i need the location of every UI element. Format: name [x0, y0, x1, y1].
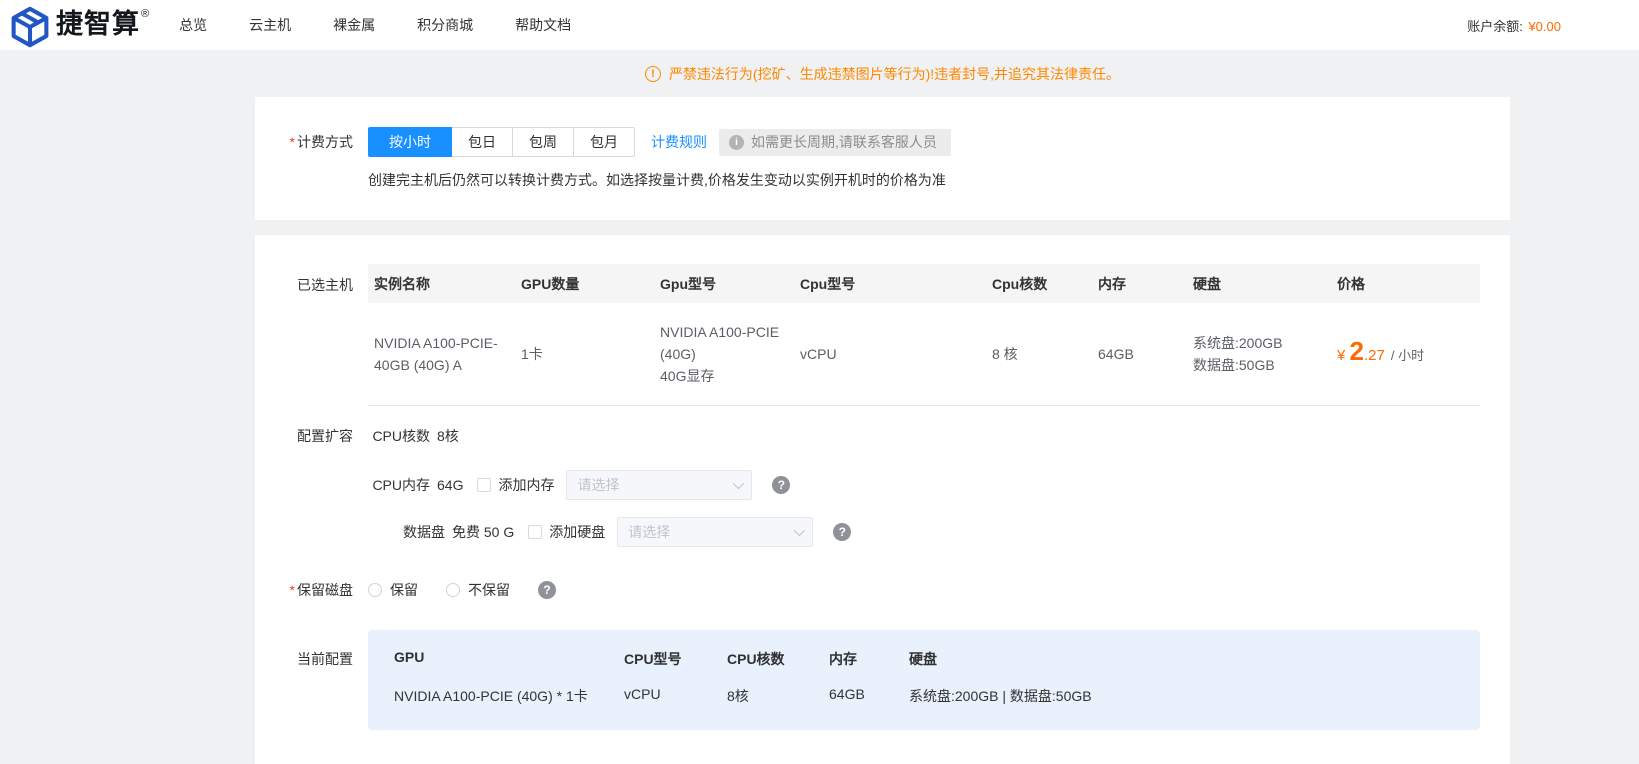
- topbar: 捷智算 ® 总览 云主机 裸金属 积分商城 帮助文档 账户余额: ¥0.00: [0, 0, 1639, 50]
- cell-memory: 64GB: [1092, 303, 1187, 405]
- nav-item-help-docs[interactable]: 帮助文档: [513, 11, 573, 39]
- billing-rules-link[interactable]: 计费规则: [651, 132, 707, 152]
- config-cell-gpu: NVIDIA A100-PCIE (40G) * 1卡: [394, 678, 624, 730]
- config-cell-cpu-cores: 8核: [727, 678, 829, 730]
- col-header-memory: 内存: [1092, 264, 1187, 303]
- nav-item-cloud-host[interactable]: 云主机: [247, 11, 293, 39]
- retain-radio[interactable]: 保留: [368, 580, 418, 600]
- chevron-down-icon: [794, 524, 805, 535]
- memory-select-placeholder: 请选择: [577, 475, 619, 495]
- required-asterisk: *: [290, 582, 295, 598]
- add-memory-checkbox[interactable]: [477, 478, 491, 492]
- cell-instance-name: NVIDIA A100-PCIE-40GB (40G) A: [368, 303, 515, 405]
- radio-icon: [446, 583, 460, 597]
- cell-cpu-model: vCPU: [794, 303, 986, 405]
- price-decimal: .27: [1364, 347, 1385, 364]
- config-cell-cpu-model: vCPU: [624, 678, 727, 730]
- cell-gpu-count: 1卡: [515, 303, 654, 405]
- table-header-row: 实例名称 GPU数量 Gpu型号 Cpu型号 Cpu核数 内存 硬盘 价格: [368, 264, 1480, 303]
- cpu-memory-label: CPU内存: [368, 475, 430, 495]
- logo-cube-icon: [10, 5, 50, 49]
- config-col-cpu-cores: CPU核数: [727, 630, 829, 678]
- cell-price: ¥ 2.27 / 小时: [1331, 303, 1480, 405]
- required-asterisk: *: [290, 134, 295, 150]
- chevron-down-icon: [733, 477, 744, 488]
- col-header-gpu-model: Gpu型号: [654, 264, 794, 303]
- disk-select-placeholder: 请选择: [628, 522, 670, 542]
- not-retain-option-label: 不保留: [468, 580, 510, 600]
- config-col-gpu: GPU: [394, 630, 624, 678]
- longer-period-tip: i 如需更长周期,请联系客服人员: [719, 129, 951, 156]
- col-header-gpu-count: GPU数量: [515, 264, 654, 303]
- price-currency: ¥: [1337, 347, 1350, 364]
- disk-help-icon[interactable]: ?: [833, 523, 851, 541]
- col-header-cpu-model: Cpu型号: [794, 264, 986, 303]
- col-header-cpu-cores: Cpu核数: [986, 264, 1092, 303]
- balance-label: 账户余额:: [1467, 19, 1523, 34]
- disk-size-select[interactable]: 请选择: [617, 517, 813, 547]
- info-icon: i: [729, 135, 744, 150]
- col-header-instance-name: 实例名称: [368, 264, 515, 303]
- add-disk-checkbox[interactable]: [528, 525, 542, 539]
- billing-option-weekly[interactable]: 包周: [512, 127, 574, 157]
- price-integer: 2: [1350, 336, 1364, 366]
- memory-size-select[interactable]: 请选择: [566, 470, 752, 500]
- price-unit: / 小时: [1391, 348, 1424, 363]
- col-header-disk: 硬盘: [1187, 264, 1331, 303]
- config-cell-memory: 64GB: [829, 678, 909, 730]
- nav-item-overview[interactable]: 总览: [177, 11, 209, 39]
- add-memory-label[interactable]: 添加内存: [498, 475, 554, 495]
- billing-method-label: *计费方式: [285, 132, 353, 152]
- logo-registered-mark: ®: [141, 8, 149, 20]
- radio-icon: [368, 583, 382, 597]
- warning-text: 严禁违法行为(挖矿、生成违禁图片等行为)!违者封号,并追究其法律责任。: [669, 64, 1120, 84]
- data-disk-value: 免费 50 G: [452, 522, 514, 542]
- selected-host-table: 实例名称 GPU数量 Gpu型号 Cpu型号 Cpu核数 内存 硬盘 价格 NV: [368, 264, 1480, 406]
- warning-icon: !: [645, 66, 661, 82]
- cpu-memory-value: 64G: [437, 477, 463, 493]
- expansion-label: 配置扩容: [285, 426, 353, 547]
- tip-text: 如需更长周期,请联系客服人员: [751, 132, 937, 152]
- balance-value: ¥0.00: [1528, 19, 1561, 34]
- config-col-disk: 硬盘: [909, 630, 1480, 678]
- config-col-memory: 内存: [829, 630, 909, 678]
- logo-text: 捷智算: [56, 2, 140, 46]
- warning-banner: ! 严禁违法行为(挖矿、生成违禁图片等行为)!违者封号,并追究其法律责任。: [255, 50, 1510, 97]
- billing-option-monthly[interactable]: 包月: [573, 127, 635, 157]
- add-disk-label[interactable]: 添加硬盘: [549, 522, 605, 542]
- selected-host-label: 已选主机: [285, 264, 353, 406]
- logo[interactable]: 捷智算 ®: [10, 2, 149, 49]
- host-config-card: 已选主机 实例名称 GPU数量 Gpu型号 Cpu型号 Cpu核数: [255, 235, 1510, 764]
- billing-note: 创建完主机后仍然可以转换计费方式。如选择按量计费,价格发生变动以实例开机时的价格…: [368, 170, 1480, 190]
- billing-option-hourly[interactable]: 按小时: [368, 127, 452, 157]
- current-config-label: 当前配置: [285, 630, 353, 730]
- current-config-table: GPU CPU型号 CPU核数 内存 硬盘 NVIDIA A100-PCIE (…: [368, 630, 1480, 730]
- retain-help-icon[interactable]: ?: [538, 581, 556, 599]
- nav-item-bare-metal[interactable]: 裸金属: [331, 11, 377, 39]
- retain-disk-label: *保留磁盘: [285, 580, 353, 600]
- data-disk-label: 数据盘: [383, 522, 445, 542]
- cpu-cores-value: 8核: [437, 426, 459, 446]
- cell-gpu-model: NVIDIA A100-PCIE (40G) 40G显存: [654, 303, 794, 405]
- billing-card: *计费方式 按小时 包日 包周 包月 计费规则 i 如需更长周期,请联系客服人员…: [255, 97, 1510, 220]
- cell-disk: 系统盘:200GB 数据盘:50GB: [1187, 303, 1331, 405]
- memory-help-icon[interactable]: ?: [772, 476, 790, 494]
- billing-option-daily[interactable]: 包日: [451, 127, 513, 157]
- col-header-price: 价格: [1331, 264, 1480, 303]
- main-nav: 总览 云主机 裸金属 积分商城 帮助文档: [177, 11, 573, 39]
- table-row: NVIDIA A100-PCIE-40GB (40G) A 1卡 NVIDIA …: [368, 303, 1480, 405]
- cpu-cores-label: CPU核数: [368, 426, 430, 446]
- config-col-cpu-model: CPU型号: [624, 630, 727, 678]
- retain-option-label: 保留: [390, 580, 418, 600]
- account-balance[interactable]: 账户余额: ¥0.00: [1467, 16, 1639, 35]
- config-cell-disk: 系统盘:200GB | 数据盘:50GB: [909, 678, 1480, 730]
- nav-item-points-mall[interactable]: 积分商城: [415, 11, 475, 39]
- cell-cpu-cores: 8 核: [986, 303, 1092, 405]
- not-retain-radio[interactable]: 不保留: [446, 580, 510, 600]
- billing-period-segmented-control: 按小时 包日 包周 包月: [368, 127, 635, 157]
